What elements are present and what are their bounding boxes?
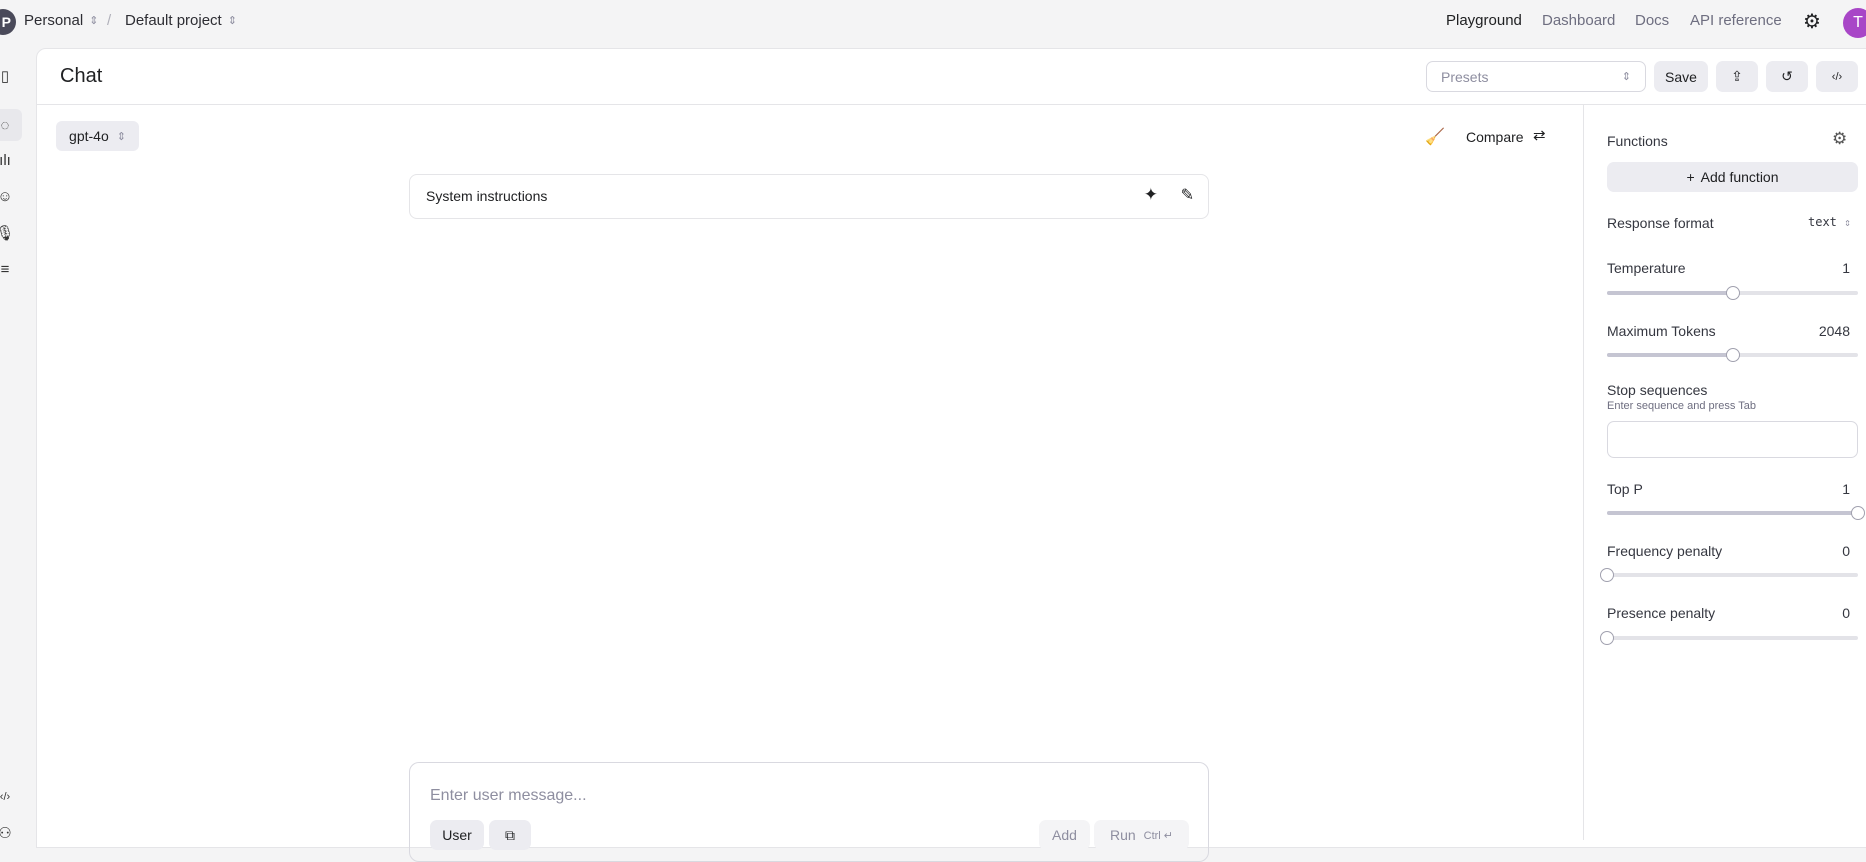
- add-button[interactable]: Add: [1039, 820, 1090, 850]
- sidebar-item-audio-icon[interactable]: 🎙: [0, 224, 15, 242]
- chevron-updown-icon: ⇕: [1844, 216, 1851, 229]
- add-function-button[interactable]: + Add function: [1607, 162, 1858, 192]
- generate-sparkle-icon[interactable]: ✦: [1144, 185, 1158, 205]
- top-bar: P Personal ⇕ / Default project ⇕ Playgroun…: [0, 0, 1866, 48]
- max-tokens-value[interactable]: 2048: [1800, 323, 1850, 339]
- top-p-value[interactable]: 1: [1830, 481, 1850, 497]
- nav-playground[interactable]: Playground: [1446, 12, 1522, 29]
- sidebar-item-realtime-icon[interactable]: ılı: [0, 151, 14, 169]
- response-format-value: text: [1808, 215, 1837, 229]
- functions-label: Functions: [1607, 133, 1668, 149]
- history-icon[interactable]: ↺: [1766, 61, 1808, 92]
- max-tokens-slider[interactable]: [1607, 348, 1858, 362]
- sidebar-item-completions-icon[interactable]: ≡: [0, 260, 14, 278]
- org-name: Personal: [24, 12, 84, 29]
- frequency-penalty-slider[interactable]: [1600, 568, 1858, 582]
- message-composer: Enter user message... User ⧉ Add Run Ctrl…: [409, 762, 1209, 862]
- slider-thumb[interactable]: [1725, 286, 1740, 300]
- share-upload-icon[interactable]: ⇪: [1716, 61, 1758, 92]
- response-format-label: Response format: [1607, 215, 1714, 231]
- slider-thumb[interactable]: [1600, 631, 1614, 645]
- presence-penalty-label: Presence penalty: [1607, 605, 1716, 621]
- presence-penalty-slider[interactable]: [1600, 631, 1858, 645]
- frequency-penalty-label: Frequency penalty: [1607, 543, 1723, 559]
- save-button[interactable]: Save: [1654, 61, 1708, 92]
- message-input[interactable]: Enter user message...: [430, 787, 587, 805]
- model-name: gpt-4o: [69, 128, 109, 144]
- edit-icon[interactable]: ✎: [1181, 185, 1194, 205]
- attach-image-icon[interactable]: ⧉: [489, 820, 531, 850]
- settings-gear-icon[interactable]: ⚙: [1803, 9, 1821, 34]
- clear-broom-icon[interactable]: 🧹: [1425, 127, 1445, 147]
- header-divider: [36, 104, 1866, 105]
- temperature-slider[interactable]: [1607, 286, 1858, 300]
- org-avatar[interactable]: P: [0, 9, 16, 35]
- stop-sequences-hint: Enter sequence and press Tab: [1607, 400, 1757, 412]
- page-title: Chat: [60, 65, 103, 87]
- plus-icon: +: [1686, 169, 1695, 185]
- nav-dashboard[interactable]: Dashboard: [1542, 12, 1615, 29]
- chevron-updown-icon: ⇕: [116, 130, 126, 143]
- top-p-slider[interactable]: [1607, 506, 1865, 520]
- stop-sequences-input[interactable]: [1607, 421, 1858, 458]
- response-format-select[interactable]: text ⇕: [1808, 215, 1851, 229]
- temperature-label: Temperature: [1607, 260, 1686, 276]
- chevron-updown-icon: ⇕: [227, 15, 237, 27]
- chevron-updown-icon: ⇕: [1621, 71, 1631, 83]
- top-p-label: Top P: [1607, 481, 1643, 497]
- run-label: Run: [1109, 827, 1136, 843]
- sidebar-item-chat-icon[interactable]: ◌: [0, 116, 14, 134]
- sidebar-users-icon[interactable]: ⚇: [0, 824, 14, 842]
- compare-arrows-icon[interactable]: ⇄: [1533, 126, 1546, 144]
- org-switcher[interactable]: Personal ⇕: [24, 12, 98, 29]
- system-instructions-label: System instructions: [426, 188, 548, 204]
- slider-thumb[interactable]: [1851, 506, 1865, 520]
- sidebar-code-icon[interactable]: ‹/›: [0, 788, 14, 806]
- panel-divider: [1583, 105, 1584, 840]
- slider-thumb[interactable]: [1725, 348, 1740, 362]
- run-button[interactable]: Run Ctrl ↵: [1094, 820, 1189, 850]
- chevron-updown-icon: ⇕: [89, 15, 99, 27]
- sidebar-toggle-icon[interactable]: ▯: [0, 67, 14, 85]
- presence-penalty-value[interactable]: 0: [1830, 605, 1850, 621]
- breadcrumb-separator: /: [107, 12, 112, 29]
- slider-thumb[interactable]: [1600, 568, 1614, 582]
- project-name: Default project: [125, 12, 222, 29]
- add-function-label: Add function: [1700, 169, 1779, 185]
- stop-sequences-label: Stop sequences: [1607, 382, 1708, 398]
- functions-settings-icon[interactable]: ⚙: [1832, 129, 1847, 149]
- role-user-button[interactable]: User: [430, 820, 484, 850]
- project-switcher[interactable]: Default project ⇕: [125, 12, 237, 29]
- model-select[interactable]: gpt-4o ⇕: [56, 121, 139, 151]
- presets-select[interactable]: Presets ⇕: [1426, 61, 1646, 92]
- temperature-value[interactable]: 1: [1830, 260, 1850, 276]
- code-icon[interactable]: ‹/›: [1816, 61, 1858, 92]
- system-instructions[interactable]: System instructions ✦ ✎: [409, 174, 1209, 219]
- user-avatar[interactable]: T: [1843, 8, 1866, 38]
- nav-api-reference[interactable]: API reference: [1690, 12, 1782, 29]
- frequency-penalty-value[interactable]: 0: [1830, 543, 1850, 559]
- nav-docs[interactable]: Docs: [1635, 12, 1669, 29]
- max-tokens-label: Maximum Tokens: [1607, 323, 1716, 339]
- sidebar-item-assistants-icon[interactable]: ☺: [0, 187, 14, 205]
- main-card: [36, 48, 1866, 848]
- compare-button[interactable]: Compare: [1466, 129, 1524, 145]
- presets-placeholder: Presets: [1441, 69, 1489, 85]
